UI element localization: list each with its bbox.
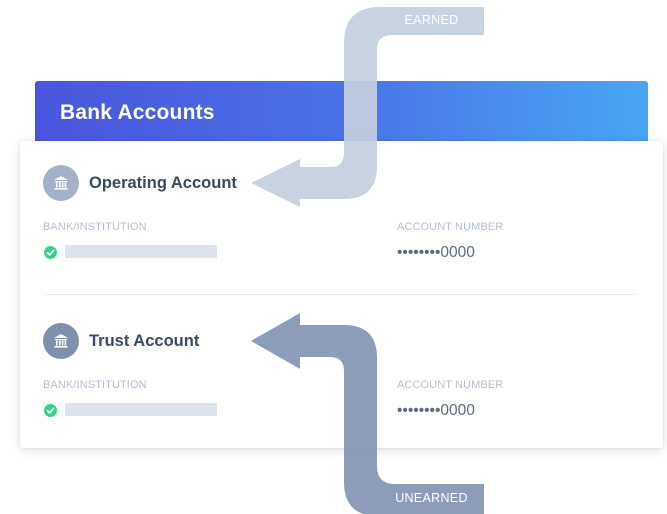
trust-account-title[interactable]: Trust Account [89, 332, 199, 351]
page-title: Bank Accounts [60, 101, 215, 124]
account-number-label: ACCOUNT NUMBER [397, 221, 504, 233]
unearned-label: UNEARNED [395, 491, 468, 505]
bank-institution-label: BANK/INSTITUTION [43, 221, 147, 233]
bank-name-placeholder [65, 245, 217, 258]
bank-name-placeholder [65, 403, 217, 416]
bank-icon [43, 323, 79, 359]
earned-label: EARNED [404, 13, 459, 27]
bank-icon [43, 165, 79, 201]
bank-institution-label: BANK/INSTITUTION [43, 379, 147, 391]
check-circle-icon [44, 246, 57, 259]
check-circle-icon [44, 404, 57, 417]
divider [43, 294, 635, 295]
operating-account-title[interactable]: Operating Account [89, 174, 237, 193]
account-number-value: ••••••••0000 [397, 402, 475, 419]
account-number-value: ••••••••0000 [397, 244, 475, 261]
account-number-label: ACCOUNT NUMBER [397, 379, 504, 391]
accounts-card: Operating Account BANK/INSTITUTION ACCOU… [20, 141, 663, 448]
